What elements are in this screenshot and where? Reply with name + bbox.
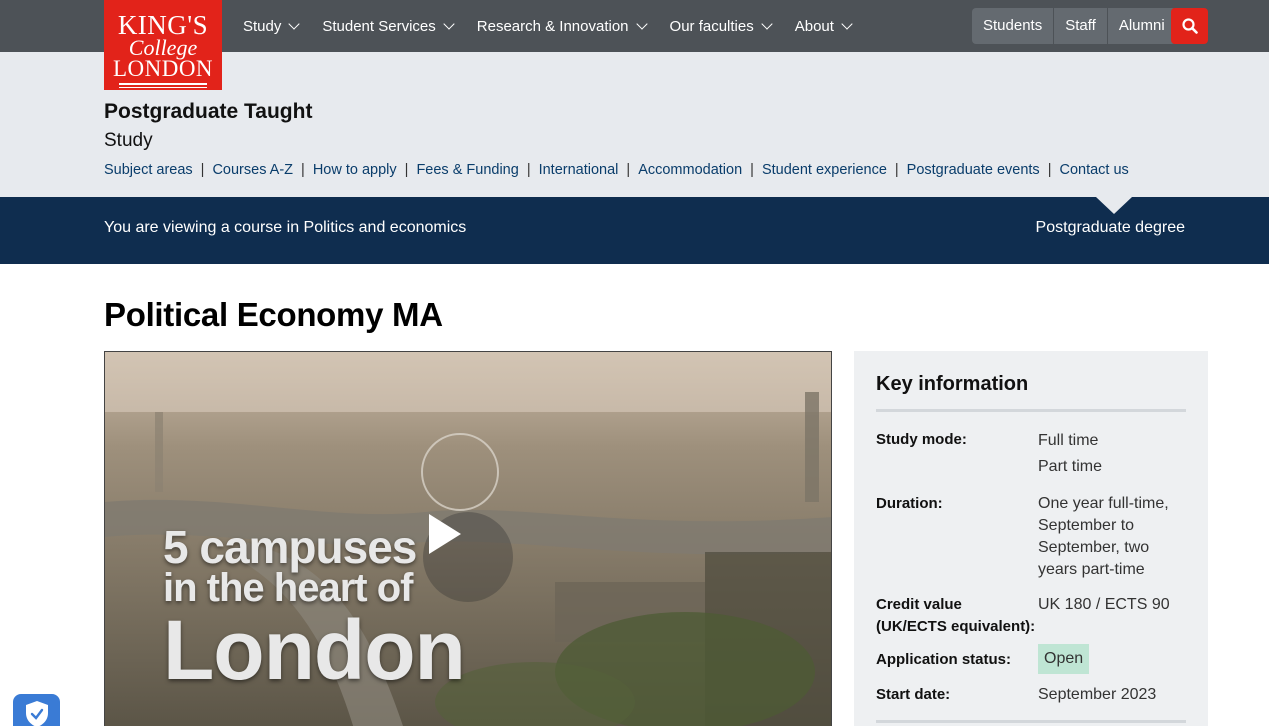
logo-rule <box>119 87 207 88</box>
study-mode-label: Study mode: <box>876 431 967 448</box>
nav-about[interactable]: About <box>795 18 853 35</box>
search-icon <box>1181 18 1198 34</box>
nav-study[interactable]: Study <box>243 18 301 35</box>
page-title: Political Economy MA <box>104 296 443 333</box>
staff-link[interactable]: Staff <box>1054 8 1108 44</box>
nav-research-innovation[interactable]: Research & Innovation <box>477 18 648 35</box>
status-badge: Open <box>1038 644 1090 674</box>
nav-student-services[interactable]: Student Services <box>322 18 455 35</box>
start-date-label: Start date: <box>876 686 951 703</box>
separator: | <box>626 162 631 178</box>
course-context-band: You are viewing a course in Politics and… <box>0 197 1269 264</box>
separator: | <box>750 162 754 178</box>
section-subtitle: Study <box>104 130 153 151</box>
divider <box>876 720 1186 723</box>
study-mode-part-time: Part time <box>1038 458 1103 475</box>
kings-college-london-logo[interactable]: KING'S College LONDON <box>104 0 222 90</box>
logo-rule <box>119 83 207 85</box>
chevron-down-icon <box>288 18 301 30</box>
application-status-cell: Open <box>1038 644 1188 674</box>
video-caption-line3: London <box>163 603 466 697</box>
subnav-contact-us[interactable]: Contact us <box>1059 162 1128 178</box>
subnav-courses-a-z[interactable]: Courses A-Z <box>212 162 293 178</box>
alumni-link[interactable]: Alumni <box>1108 8 1176 44</box>
separator: | <box>404 162 409 178</box>
students-link[interactable]: Students <box>972 8 1055 44</box>
subnav-accommodation[interactable]: Accommodation <box>638 162 742 178</box>
duration-value: One year full-time, September to Septemb… <box>1038 495 1169 578</box>
nav-our-faculties[interactable]: Our faculties <box>670 18 773 35</box>
campus-video[interactable]: 5 campuses in the heart of London <box>104 351 832 726</box>
audience-links: Students Staff Alumni <box>972 8 1176 44</box>
subnav-subject-areas[interactable]: Subject areas <box>104 162 193 178</box>
separator: | <box>1047 162 1052 178</box>
search-button[interactable] <box>1171 8 1208 44</box>
subnav-postgraduate-events[interactable]: Postgraduate events <box>907 162 1040 178</box>
separator: | <box>200 162 205 178</box>
degree-type-label: Postgraduate degree <box>1035 219 1185 236</box>
separator: | <box>301 162 305 178</box>
chevron-down-icon <box>761 18 773 30</box>
credit-value-label: Credit value (UK/ECTS equivalent): <box>876 596 1036 635</box>
key-information-panel: Key information Study mode: Full time Pa… <box>854 351 1208 726</box>
viewing-course-text: You are viewing a course in Politics and… <box>104 219 467 236</box>
section-title: Postgraduate Taught <box>104 100 313 123</box>
shield-check-icon <box>25 701 48 726</box>
play-button[interactable] <box>423 512 513 602</box>
chevron-down-icon <box>443 18 455 30</box>
start-date-value: September 2023 <box>1038 686 1157 703</box>
chevron-down-icon <box>635 18 648 30</box>
subnav-student-experience[interactable]: Student experience <box>762 162 887 178</box>
band-caret <box>1096 197 1132 214</box>
key-information-title: Key information <box>876 373 1029 395</box>
play-icon <box>429 514 461 554</box>
separator: | <box>894 162 899 178</box>
divider <box>876 409 1186 412</box>
section-subnav: Subject areas | Courses A-Z | How to apply… <box>104 162 1129 178</box>
application-status-label: Application status: <box>876 651 1012 668</box>
privacy-settings-button[interactable] <box>13 694 60 726</box>
main-nav: Study Student Services Research & Innova… <box>243 0 875 52</box>
credit-value: UK 180 / ECTS 90 <box>1038 596 1170 613</box>
subnav-fees-funding[interactable]: Fees & Funding <box>416 162 518 178</box>
duration-label: Duration: <box>876 495 943 512</box>
subnav-international[interactable]: International <box>539 162 619 178</box>
subnav-how-to-apply[interactable]: How to apply <box>313 162 397 178</box>
separator: | <box>526 162 531 178</box>
study-mode-full-time: Full time <box>1038 432 1099 449</box>
chevron-down-icon <box>841 18 853 30</box>
